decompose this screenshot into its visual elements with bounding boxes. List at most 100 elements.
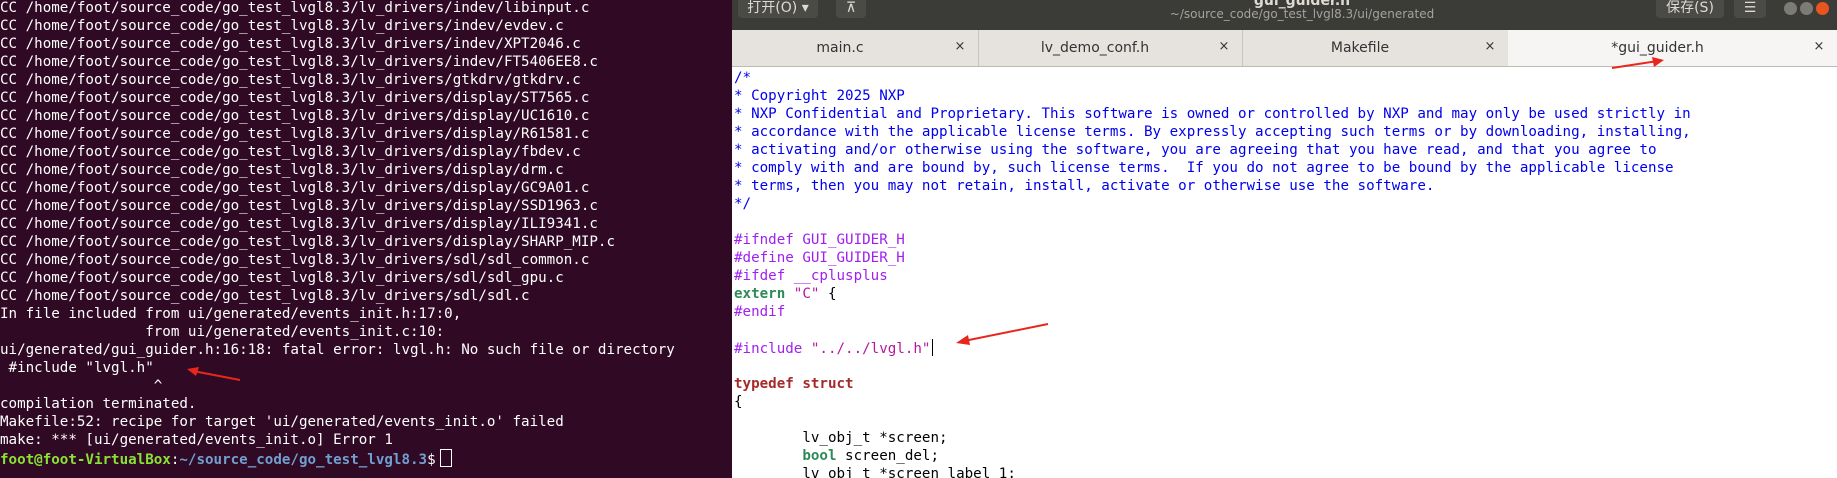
code-token: screen_del; [836,448,940,464]
prompt-path: ~/source_code/go_test_lvgl8.3 [179,452,428,468]
menu-button[interactable]: ☰ [1734,0,1766,18]
tab-lv-demo-conf-h[interactable]: lv_demo_conf.h × [978,30,1243,66]
tab-main-c[interactable]: main.c × [732,30,979,66]
code-token: extern [734,286,786,302]
code-line: #endif [734,303,785,321]
chevron-down-icon: ▾ [801,0,809,16]
save-button[interactable]: 保存(S) [1656,0,1724,18]
terminal-line: CC /home/foot/source_code/go_test_lvgl8.… [0,0,590,16]
document-tab-bar: main.c × lv_demo_conf.h × Makefile × *gui_guid… [732,30,1837,67]
prompt-dollar: $ [427,452,436,468]
code-token: * activating and/or otherwise using the … [734,142,1657,158]
terminal-line: CC /home/foot/source_code/go_test_lvgl8.… [0,270,564,286]
code-token: * Copyright 2025 NXP [734,88,905,104]
editor-header-bar: 打开(O) ▾ ⊼ gui_guider.h ~/source_code/go_… [732,0,1837,30]
terminal-line: ui/generated/gui_guider.h:16:18: fatal e… [0,342,675,358]
code-token: { [734,394,743,410]
terminal-line: Makefile:52: recipe for target 'ui/gener… [0,414,564,430]
tab-label: *gui_guider.h [1611,40,1704,56]
code-line: /* [734,69,751,87]
code-token: typedef [734,376,794,392]
pin-icon: ⊼ [845,0,857,16]
terminal-line: CC /home/foot/source_code/go_test_lvgl8.… [0,180,590,196]
terminal-line: CC /home/foot/source_code/go_test_lvgl8.… [0,36,581,52]
tab-makefile[interactable]: Makefile × [1242,30,1509,66]
terminal-line: CC /home/foot/source_code/go_test_lvgl8.… [0,162,564,178]
code-token: #define GUI_GUIDER_H [734,250,905,266]
code-line: typedef struct [734,375,854,393]
code-token: * accordance with the applicable license… [734,124,1691,140]
code-token: #include [734,341,811,357]
terminal-line: CC /home/foot/source_code/go_test_lvgl8.… [0,198,598,214]
text-editor-window: 打开(O) ▾ ⊼ gui_guider.h ~/source_code/go_… [732,0,1837,478]
terminal-prompt[interactable]: foot@foot-VirtualBox:~/source_code/go_te… [0,449,452,469]
red-arrow-annotation [187,367,241,381]
tab-gui-guider-h[interactable]: *gui_guider.h × [1508,30,1837,66]
close-tab-icon[interactable]: × [1811,38,1827,56]
code-line: * activating and/or otherwise using the … [734,141,1657,159]
terminal-line: CC /home/foot/source_code/go_test_lvgl8.… [0,252,590,268]
text-cursor [932,339,934,356]
code-token: * terms, then you may not retain, instal… [734,178,1435,194]
code-line: * comply with and are bound by, such lic… [734,159,1674,177]
code-token: /* [734,70,752,86]
code-line: #ifndef GUI_GUIDER_H [734,231,905,249]
terminal-window[interactable]: CC /home/foot/source_code/go_test_lvgl8.… [0,0,732,478]
code-line: #ifdef __cplusplus [734,267,888,285]
pin-document-button[interactable]: ⊼ [836,0,866,18]
hamburger-menu-icon: ☰ [1743,0,1757,16]
terminal-line: compilation terminated. [0,396,197,412]
close-tab-icon[interactable]: × [1216,38,1232,56]
open-button-label: 打开(O) [747,0,798,16]
code-line: * terms, then you may not retain, instal… [734,177,1434,195]
code-line: #define GUI_GUIDER_H [734,249,905,267]
maximize-icon[interactable] [1800,2,1813,15]
code-token: bool [802,448,837,464]
tab-label: Makefile [1330,40,1390,56]
code-line: * NXP Confidential and Proprietary. This… [734,105,1691,123]
code-token: "C" [793,286,820,302]
code-token: #ifndef GUI_GUIDER_H [734,232,905,248]
terminal-line: from ui/generated/events_init.c:10: [0,324,445,340]
tab-label: lv_demo_conf.h [1040,40,1150,56]
terminal-line: CC /home/foot/source_code/go_test_lvgl8.… [0,234,615,250]
code-line: extern "C" { [734,285,837,303]
close-window-icon[interactable] [1816,2,1829,15]
code-line: */ [734,195,751,213]
terminal-line: CC /home/foot/source_code/go_test_lvgl8.… [0,18,564,34]
code-token: { [819,286,837,302]
close-tab-icon[interactable]: × [952,38,968,56]
terminal-line: CC /home/foot/source_code/go_test_lvgl8.… [0,72,581,88]
terminal-line: CC /home/foot/source_code/go_test_lvgl8.… [0,288,530,304]
terminal-line: CC /home/foot/source_code/go_test_lvgl8.… [0,126,590,142]
prompt-user: foot@foot-VirtualBox [0,452,171,468]
open-button[interactable]: 打开(O) ▾ [738,0,818,18]
code-token: "../../lvgl.h" [810,341,931,357]
terminal-line: CC /home/foot/source_code/go_test_lvgl8.… [0,90,590,106]
close-tab-icon[interactable]: × [1482,38,1498,56]
code-line: lv_obj_t *screen; [734,429,948,447]
minimize-icon[interactable] [1784,2,1797,15]
code-token: #ifdef __cplusplus [734,268,888,284]
code-token: * comply with and are bound by, such lic… [734,160,1674,176]
code-editor-area[interactable]: /* * Copyright 2025 NXP * NXP Confidential… [732,67,1837,478]
terminal-cursor [439,449,452,467]
red-arrow-annotation [1611,57,1664,69]
code-token: lv_obj_t *screen; [734,430,948,446]
terminal-line: CC /home/foot/source_code/go_test_lvgl8.… [0,54,598,70]
code-token: * NXP Confidential and Proprietary. This… [734,106,1691,122]
save-button-label: 保存(S) [1666,0,1714,16]
code-line: * Copyright 2025 NXP [734,87,905,105]
code-token: #endif [734,304,786,320]
code-line: #include "../../lvgl.h" [734,339,934,358]
code-token: */ [734,196,752,212]
code-token: struct [802,376,854,392]
terminal-line: ^ [0,378,163,394]
code-line: { [734,393,743,411]
terminal-line: CC /home/foot/source_code/go_test_lvgl8.… [0,108,590,124]
terminal-line: CC /home/foot/source_code/go_test_lvgl8.… [0,216,598,232]
code-line: bool screen_del; [734,447,939,465]
terminal-line: In file included from ui/generated/event… [0,306,462,322]
